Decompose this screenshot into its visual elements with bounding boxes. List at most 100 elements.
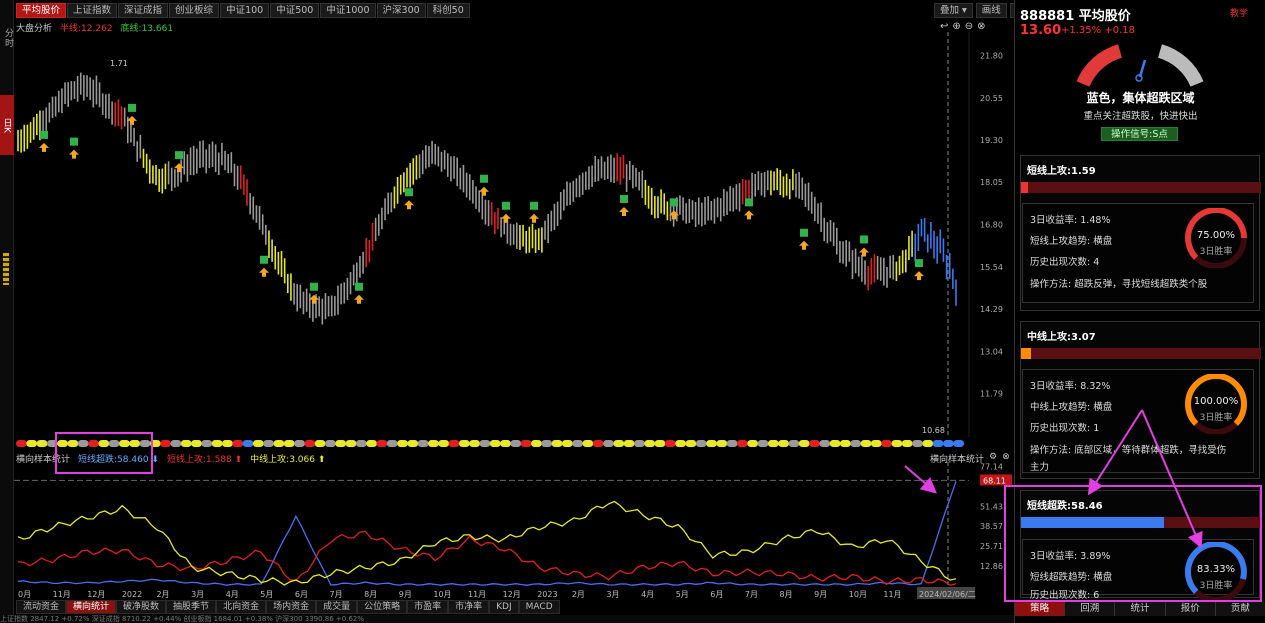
zoom-in-icon[interactable]: ⊕ [952,21,960,32]
index-tab[interactable]: 上证指数 [67,3,118,18]
panel-tab[interactable]: 策略 [1015,602,1066,616]
index-tab[interactable]: 沪深300 [376,3,426,18]
indicator-tab[interactable]: 成交量 [316,600,358,614]
signal-chip [798,440,810,447]
price-tick-label: 16.80 [980,220,1003,229]
x-tick-label: 0月 [18,590,31,599]
indicator-tab[interactable]: 公位策略 [357,600,408,614]
return-line: 3日收益率: 1.48% [1030,215,1111,226]
sell-signal-icon [670,198,678,207]
x-tick-label: 7月 [330,590,343,599]
signal-chip [314,440,326,447]
indicator-tab[interactable]: 抽股季节 [166,600,217,614]
buy-signal-icon [479,186,489,196]
signal-chip [26,440,38,447]
index-tab[interactable]: 中证500 [270,3,320,18]
signal-chip [304,440,316,447]
index-tab[interactable]: 中证100 [220,3,270,18]
indicator-tab[interactable]: 北向资金 [216,600,267,614]
buy-signal-icon [354,294,364,304]
signal-chip [170,440,182,447]
buy-signal-icon [39,142,49,152]
signal-chip [953,440,965,447]
stat-chart[interactable]: 77.1468.1151.4338.5725.7112.8668.11 [14,462,1014,586]
indicator-tab[interactable]: MACD [518,600,560,614]
price: 13.60 [1020,23,1062,38]
price-chart[interactable]: 21.80 20.55 19.30 18.05 16.80 15.54 14.29 13.04… [14,32,1014,437]
signal-chip [644,440,656,447]
indicator-tab[interactable]: 市盈率 [407,600,449,614]
sell-signal-icon [128,103,136,112]
signal-chip [345,440,357,447]
x-tick-label: 3月 [191,590,204,599]
signal-chip [325,440,336,447]
panel-tab[interactable]: 统计 [1115,602,1166,616]
signal-chip [531,440,542,447]
index-tab[interactable]: 科创50 [426,3,470,18]
signal-chip [943,440,954,447]
indicator-tab[interactable]: KDJ [489,600,519,614]
signal-chip [891,440,903,447]
signal-chip [541,440,553,447]
price-tick-label: 11.79 [980,389,1003,398]
indicator-tab[interactable]: 横向统计 [66,600,117,614]
winrate-gauge: 75.00% 3日胜率 [1181,207,1251,269]
index-tab[interactable]: 中证1000 [320,3,376,18]
stat-tick-label: 38.57 [980,522,1003,531]
chart-icons: ↩ ⊕ ⊖ ⊗ [940,21,986,32]
current-value-text: 68.11 [983,476,1006,485]
panel-tab[interactable]: 贡献 [1215,602,1265,616]
signal-chip [417,440,429,447]
indicator-tab[interactable]: 破净股数 [116,600,167,614]
rail-handle-icon[interactable] [3,253,9,285]
price-tick-label: 15.54 [980,263,1003,272]
back-icon[interactable]: ↩ [940,21,948,32]
panel-tab[interactable]: 报价 [1165,602,1216,616]
signal-chip [283,440,295,447]
method-line: 操作方法: 底部区域，等待群体超跌，寻找受伤 [1030,445,1227,456]
sell-signal-icon [310,282,318,291]
indicator-tab[interactable]: 场内资金 [266,600,317,614]
signal-chip [840,440,851,447]
overlay-button[interactable]: 叠加 ▾ [934,3,973,18]
x-tick-label: 5月 [676,590,689,599]
x-tick-label: 8月 [364,590,377,599]
signal-chip [263,440,274,447]
signal-chip [932,440,944,447]
x-tick-label: 5月 [260,590,273,599]
x-tick-label: 10月 [433,590,451,599]
x-tick-label: 11月 [53,590,71,599]
signal-chip [273,440,285,447]
signal-band [16,440,965,447]
draw-line-button[interactable]: 画线 [975,3,1007,18]
index-tab[interactable]: 深证成指 [118,3,169,18]
zoom-out-icon[interactable]: ⊖ [965,21,973,32]
indicator-tab[interactable]: 流动资金 [16,600,67,614]
ri-k-tab[interactable]: 日K [0,95,14,155]
index-tab[interactable]: 创业板综 [169,3,220,18]
signal-chip [16,440,27,447]
indicator-tab[interactable]: 市净率 [448,600,490,614]
signal-chip [901,440,913,447]
signal-chip [809,440,820,447]
x-tick-label: 6月 [295,590,308,599]
teach-link[interactable]: 教学 [1230,6,1248,19]
x-tick-label: 11月 [883,590,901,599]
signal-chip [695,440,707,447]
index-tabs: 平均股价 上证指数 深证成指 创业板综 中证100 中证500 中证1000 沪深300 科创5… [16,3,470,19]
signal-badge: 操作信号:S点 [1101,127,1178,141]
sell-signal-icon [502,201,510,210]
price-tick-label: 13.04 [980,347,1003,356]
index-tab[interactable]: 平均股价 [16,3,67,18]
signal-chip [561,440,573,447]
price-tick-label: 19.30 [980,136,1003,145]
close-icon[interactable]: ⊗ [977,21,985,32]
signal-chip [448,440,460,447]
signal-chip [36,440,48,447]
panel-tab[interactable]: 回溯 [1065,602,1116,616]
buy-signal-icon [404,200,414,210]
x-tick-label: 2月 [156,590,169,599]
signal-chip [397,440,408,447]
x-tick-label: 2022 [122,590,142,599]
return-line: 3日收益率: 8.32% [1030,381,1111,392]
